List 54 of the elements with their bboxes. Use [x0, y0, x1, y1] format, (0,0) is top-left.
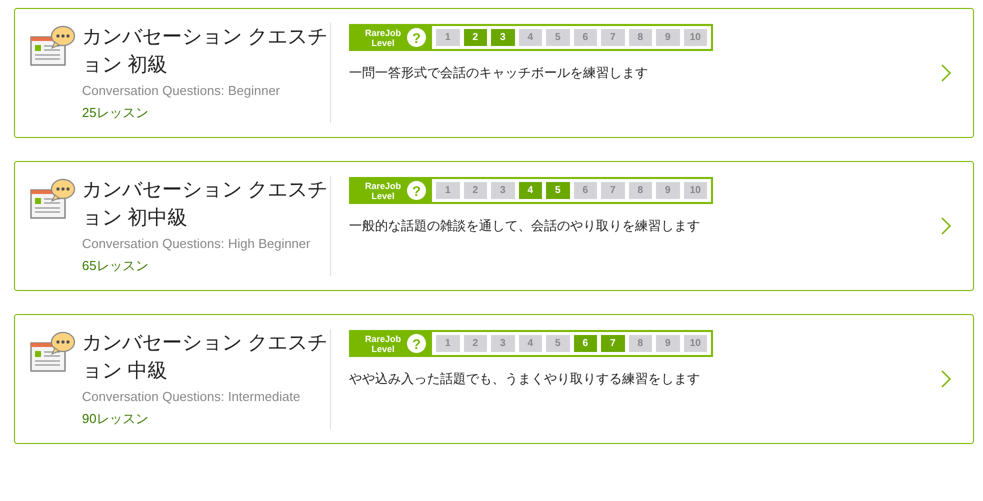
chevron-right-icon[interactable] — [939, 216, 953, 236]
level-cell: 8 — [628, 29, 652, 46]
course-description: 一般的な話題の雑談を通して、会話のやり取りを練習します — [349, 217, 701, 235]
level-cell: 3 — [491, 182, 514, 199]
chevron-right-icon[interactable] — [939, 369, 953, 389]
level-cell: 3 — [491, 29, 514, 46]
course-card[interactable]: カンバセーション クエスチョン 中級 Conversation Questions: Intermediate 90レッスン RareJob Level ? 1 2 3 4 5 6 7 8 9 10 やや込み入った話題でも、うまくやり取りする練習をします — [14, 314, 974, 444]
lesson-count: 90レッスン — [82, 410, 150, 428]
level-cell: 10 — [684, 182, 707, 199]
course-subtitle: Conversation Questions: Intermediate — [82, 388, 302, 406]
level-cell: 5 — [546, 335, 570, 352]
level-cell: 6 — [574, 335, 597, 352]
level-cell: 5 — [546, 182, 570, 199]
level-cell: 2 — [464, 182, 487, 199]
chat-document-icon — [30, 331, 76, 373]
course-subtitle: Conversation Questions: High Beginner — [82, 235, 312, 253]
level-cell: 2 — [464, 29, 487, 46]
course-card[interactable]: カンバセーション クエスチョン 初中級 Conversation Questions: High Beginner 65レッスン RareJob Level ? 1 2 3 4 5 6 7 8 9 10 一般的な話題の雑談を通して、会話のやり取りを練習します — [14, 161, 974, 291]
course-description: やや込み入った話題でも、うまくやり取りする練習をします — [349, 370, 701, 388]
level-cell: 7 — [601, 182, 624, 199]
level-cell: 6 — [574, 182, 597, 199]
level-cell: 8 — [628, 335, 652, 352]
level-cell: 6 — [574, 29, 597, 46]
level-cell: 4 — [518, 29, 542, 46]
lesson-count: 25レッスン — [82, 104, 150, 122]
level-cell: 9 — [656, 335, 680, 352]
level-label: RareJob Level — [364, 334, 402, 354]
level-cell: 9 — [656, 29, 680, 46]
level-cell: 4 — [518, 335, 542, 352]
level-cell: 7 — [601, 29, 624, 46]
level-cell: 7 — [601, 335, 624, 352]
level-cell: 4 — [518, 182, 542, 199]
course-title: カンバセーション クエスチョン 中級 — [82, 331, 329, 384]
level-label: RareJob Level — [364, 180, 402, 200]
chat-document-icon — [30, 25, 76, 67]
level-cell: 5 — [546, 29, 570, 46]
level-label: RareJob Level — [364, 28, 402, 48]
course-description: 一問一答形式で会話のキャッチボールを練習します — [349, 64, 649, 82]
level-cell: 1 — [436, 335, 460, 352]
level-cell: 8 — [628, 182, 652, 199]
level-cell: 10 — [684, 335, 707, 352]
level-cell: 3 — [491, 335, 514, 352]
course-title: カンバセーション クエスチョン 初級 — [82, 25, 329, 78]
lesson-count: 65レッスン — [82, 257, 150, 275]
course-card[interactable]: カンバセーション クエスチョン 初級 Conversation Questions: Beginner 25レッスン RareJob Level ? 1 2 3 4 5 6 7 8 9 10 一問一答形式で会話のキャッチボールを練習します — [14, 8, 974, 138]
chat-document-icon — [30, 178, 76, 220]
level-cell: 1 — [436, 29, 460, 46]
chevron-right-icon[interactable] — [939, 63, 953, 83]
level-cell: 9 — [656, 182, 680, 199]
level-cell: 2 — [464, 335, 487, 352]
level-cell: 1 — [436, 182, 460, 199]
course-title: カンバセーション クエスチョン 初中級 — [82, 178, 329, 231]
course-subtitle: Conversation Questions: Beginner — [82, 82, 282, 100]
level-cell: 10 — [684, 29, 707, 46]
